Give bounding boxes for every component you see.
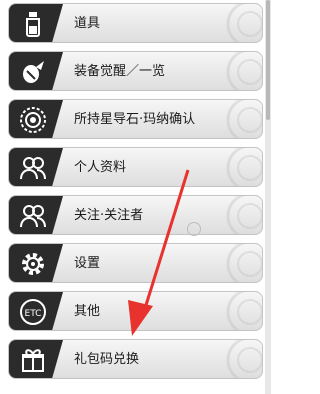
menu-item-settings[interactable]: 设置 [8, 243, 263, 283]
menu-item-label: 道具 [74, 16, 101, 31]
star-stone-icon [9, 100, 63, 138]
profile-users-icon [9, 148, 63, 186]
equipment-awaken-icon [9, 52, 63, 90]
touch-indicator-circle [187, 222, 201, 236]
menu-item-follow[interactable]: 关注·关注者 [8, 195, 263, 235]
menu-item-label: 设置 [74, 256, 101, 271]
menu-item-label: 关注·关注者 [74, 208, 144, 223]
emblem-watermark [202, 4, 262, 42]
menu-item-star-stone[interactable]: 所持星导石·玛纳确认 [8, 99, 263, 139]
follow-users-icon [9, 196, 63, 234]
gift-box-icon [9, 340, 63, 378]
etc-icon: ETC [9, 292, 63, 330]
menu-item-label: 所持星导石·玛纳确认 [74, 112, 196, 127]
scrollbar[interactable] [265, 0, 271, 394]
emblem-watermark [202, 196, 262, 234]
menu-item-label: 礼包码兑换 [74, 352, 140, 367]
menu-item-profile[interactable]: 个人资料 [8, 147, 263, 187]
menu-item-label: 装备觉醒／一览 [74, 64, 166, 79]
menu-item-items[interactable]: 道具 [8, 3, 263, 43]
menu-list: 道具 装备觉醒／一览 所持星导石·玛纳确认 个人资料 关注·关注者 设置 ETC… [0, 0, 271, 394]
gear-icon [9, 244, 63, 282]
scrollbar-thumb[interactable] [266, 0, 270, 120]
menu-item-equipment-awaken[interactable]: 装备觉醒／一览 [8, 51, 263, 91]
emblem-watermark [202, 52, 262, 90]
etc-icon-text: ETC [25, 309, 42, 319]
emblem-watermark [202, 340, 262, 378]
emblem-watermark [202, 244, 262, 282]
menu-item-label: 其他 [74, 304, 101, 319]
emblem-watermark [202, 292, 262, 330]
emblem-watermark [202, 100, 262, 138]
menu-item-gift-code[interactable]: 礼包码兑换 [8, 339, 263, 379]
potion-bottle-icon [9, 4, 63, 42]
menu-item-other[interactable]: ETC 其他 [8, 291, 263, 331]
menu-item-label: 个人资料 [74, 160, 127, 175]
emblem-watermark [202, 148, 262, 186]
